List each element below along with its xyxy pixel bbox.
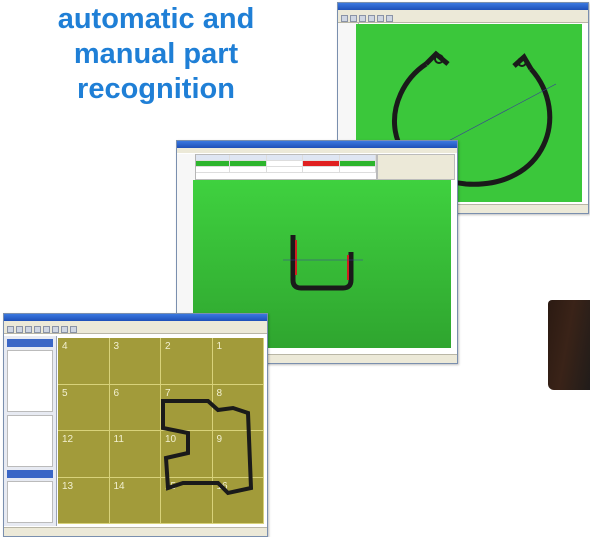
toolbar-button[interactable] [61,326,68,333]
measurement-table[interactable] [193,154,377,180]
window-titlebar[interactable] [4,314,267,321]
toolbar-button[interactable] [16,326,23,333]
toolbar-button[interactable] [34,326,41,333]
toolbar-button[interactable] [350,15,357,22]
toolbar-button[interactable] [368,15,375,22]
app-window-grid: 4 3 2 1 5 6 7 8 12 11 10 9 13 14 15 16 [3,313,268,537]
toolbar-button[interactable] [341,15,348,22]
camera-device-image [548,300,590,390]
contour-part-icon [161,399,254,496]
options-panel[interactable] [377,154,455,180]
toolbar-button[interactable] [359,15,366,22]
toolbar [4,326,267,334]
settings-panel[interactable] [4,336,57,526]
toolbar-button[interactable] [377,15,384,22]
headline-line-1: automatic and [57,3,255,35]
headline: automatic and manual part recognition [6,2,306,107]
toolbar-button[interactable] [386,15,393,22]
toolbar-button[interactable] [43,326,50,333]
toolbar [338,15,588,23]
headline-line-3: recognition [77,73,235,105]
menu-bar[interactable] [177,148,457,153]
status-bar [4,527,267,536]
toolbar-button[interactable] [52,326,59,333]
toolbar-button[interactable] [7,326,14,333]
headline-line-2: manual part [73,38,239,70]
toolbar-button[interactable] [70,326,77,333]
window-titlebar[interactable] [177,141,457,148]
toolbar-button[interactable] [25,326,32,333]
window-titlebar[interactable] [338,3,588,10]
